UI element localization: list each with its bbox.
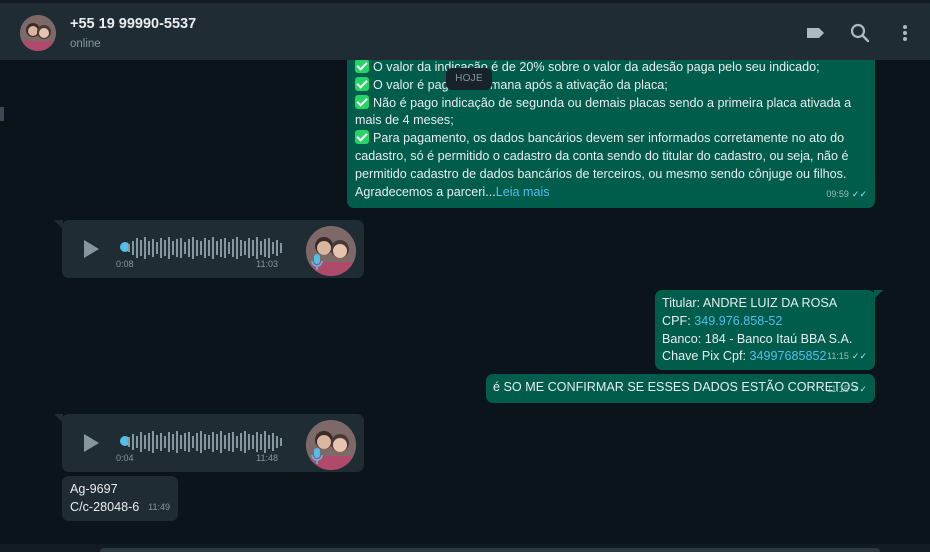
check-emoji-icon <box>355 76 369 91</box>
message-meta: 11:49 <box>148 499 170 517</box>
microphone-icon <box>311 448 323 464</box>
play-icon[interactable] <box>80 432 102 454</box>
bubble-tail <box>54 414 63 423</box>
message-bubble-incoming[interactable]: Ag-9697 C/c-28048-6 11:49 <box>62 476 178 521</box>
microphone-icon <box>311 254 323 270</box>
contact-name[interactable]: +55 19 99990-5537 <box>70 16 196 32</box>
message-line: Não é pago indicação de segunda ou demai… <box>355 94 867 113</box>
message-line: Ag-9697 <box>70 482 118 496</box>
message-time: 11:49 <box>148 502 170 513</box>
double-check-icon: ✓✓ <box>851 384 867 395</box>
message-meta: 11:15 ✓✓ <box>827 381 867 399</box>
label-icon[interactable] <box>804 22 826 44</box>
message-line: Para pagamento, os dados bancários devem… <box>355 130 867 148</box>
cpf-link[interactable]: 349.976.858-52 <box>694 314 782 328</box>
message-time: 09:59 <box>826 189 849 200</box>
scroll-indicator <box>0 107 4 121</box>
read-more-link[interactable]: Leia mais <box>496 185 550 199</box>
voice-duration: 0:04 <box>116 453 134 464</box>
message-line: O valor é pago na semana após a ativação… <box>355 76 867 95</box>
message-line: permitido cadastro de dados bancários de… <box>355 166 847 181</box>
bubble-tail <box>54 220 63 229</box>
check-emoji-icon <box>355 130 369 145</box>
message-time: 11:15 <box>827 384 849 395</box>
double-check-icon: ✓✓ <box>851 351 867 362</box>
message-time: 11:15 <box>827 351 849 362</box>
bubble-tail <box>874 290 883 299</box>
message-line: mais de 4 meses; <box>355 113 454 128</box>
message-list: O valor da indicação é de 20% sobre o va… <box>0 60 930 552</box>
check-emoji-icon <box>355 94 369 109</box>
message-line: Banco: 184 - Banco Itaú BBA S.A. <box>662 331 853 346</box>
message-meta: 11:15 ✓✓ <box>827 348 867 366</box>
check-emoji-icon <box>355 60 369 73</box>
chat-header: +55 19 99990-5537 online <box>0 0 930 60</box>
voice-message-incoming[interactable]: 0:04 11:48 <box>54 414 364 472</box>
message-bubble-outgoing[interactable]: Titular: ANDRE LUIZ DA ROSA CPF: 349.976… <box>655 290 883 370</box>
message-line: Titular: ANDRE LUIZ DA ROSA <box>662 296 838 310</box>
contact-avatar[interactable] <box>20 15 56 51</box>
composer-edge <box>0 544 930 552</box>
message-line: cadastro, só é permitido o cadastro da c… <box>355 148 849 163</box>
message-line: O valor da indicação é de 20% sobre o va… <box>355 60 867 77</box>
search-icon[interactable] <box>849 22 871 44</box>
voice-duration: 0:08 <box>116 259 134 270</box>
contact-status: online <box>70 38 101 50</box>
pix-link[interactable]: 34997685852 <box>750 349 827 363</box>
double-check-icon: ✓✓ <box>851 189 867 200</box>
message-time: 11:48 <box>256 453 278 464</box>
message-meta: 09:59 ✓✓ <box>826 186 867 204</box>
menu-icon[interactable] <box>894 22 916 44</box>
voice-message-incoming[interactable]: 0:08 11:03 <box>54 220 364 278</box>
message-bubble-outgoing[interactable]: é SO ME CONFIRMAR SE ESSES DADOS ESTÃO C… <box>486 374 875 403</box>
message-line: CPF: 349.976.858-52 <box>662 313 783 328</box>
play-icon[interactable] <box>80 238 102 260</box>
message-line: Agradecemos a parceri...Leia mais <box>355 184 550 199</box>
message-text: é SO ME CONFIRMAR SE ESSES DADOS ESTÃO C… <box>493 380 859 394</box>
date-divider: HOJE <box>446 68 492 90</box>
message-bubble-outgoing[interactable]: O valor da indicação é de 20% sobre o va… <box>347 60 875 208</box>
message-time: 11:03 <box>256 259 278 270</box>
